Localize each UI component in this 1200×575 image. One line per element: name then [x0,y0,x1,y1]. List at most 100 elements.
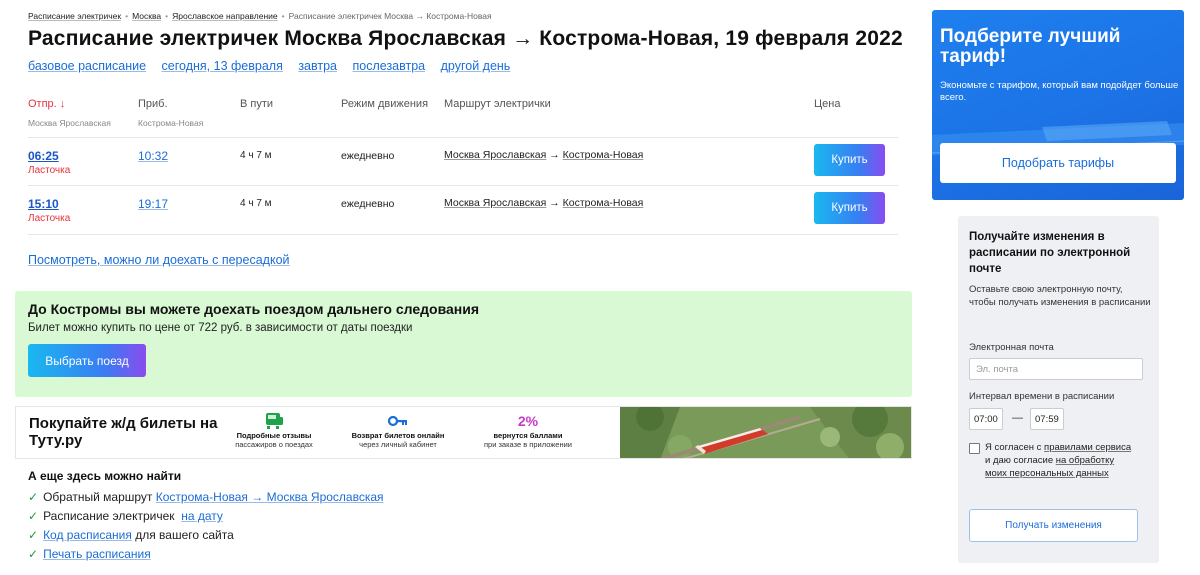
subscribe-button[interactable]: Получать изменения [969,509,1138,542]
breadcrumb-separator: • [125,11,129,21]
transfer-link[interactable]: Посмотреть, можно ли доехать с пересадко… [28,253,290,267]
page-title: Расписание электричек Москва Ярославская… [28,27,903,50]
table-row: 06:25 Ласточка 10:32 4 ч 7 м ежедневно М… [28,137,898,185]
schedule-mode: ежедневно [341,150,395,162]
key-icon [387,415,407,427]
consent-checkbox[interactable] [969,443,980,454]
day-links: базовое расписание сегодня, 13 февраля з… [28,59,522,73]
header-arrival-station: Кострома-Новая [138,118,204,128]
tariff-title: Подберите лучший тариф! [940,26,1121,67]
day-link-other[interactable]: другой день [441,59,511,73]
long-distance-promo: До Костромы вы можете доехать поездом да… [15,291,912,397]
train-icon [266,413,283,429]
header-departure-station: Москва Ярославская [28,118,111,128]
header-route: Маршрут электрички [444,98,551,110]
interval-label: Интервал времени в расписании [969,391,1115,402]
breadcrumb-item-direction[interactable]: Ярославское направление [172,11,278,21]
train-landscape-image [620,407,911,458]
email-label: Электронная почта [969,342,1054,353]
long-distance-text: Билет можно купить по цене от 722 руб. в… [28,322,413,334]
time-dash: — [1012,412,1023,424]
list-item: ✓ Обратный маршрут Кострома-Новая → Москв… [28,489,384,508]
table-divider [28,234,898,235]
header-arrival[interactable]: Приб. [138,98,168,110]
tariff-promo: Подберите лучший тариф! Экономьте с тари… [932,10,1184,200]
banner-feature-refund: Возврат билетов онлайн через личный каби… [338,411,458,449]
route-to[interactable]: Кострома-Новая [563,149,644,161]
print-schedule-link[interactable]: Печать расписания [43,547,151,561]
travel-duration: 4 ч 7 м [240,198,272,209]
banner-feature-reviews: Подробные отзывы пассажиров о поездах [214,411,334,449]
list-item: ✓ Расписание электричек на дату [28,508,384,527]
breadcrumb-item-schedule[interactable]: Расписание электричек [28,11,121,21]
also-find-title: А еще здесь можно найти [28,469,182,483]
subscribe-title: Получайте изменения в расписании по элек… [969,231,1131,275]
schedule-code-link[interactable]: Код расписания [43,528,132,542]
consent-prefix: Я согласен с [985,442,1042,453]
route-arrow: → [549,197,560,209]
header-departure[interactable]: Отпр. ↓ [28,98,65,110]
date-schedule-link[interactable]: на дату [181,509,223,523]
feature-title: вернутся баллами [493,431,563,440]
route-arrow: → [549,149,560,161]
banner-feature-bonus: 2% вернутся баллами при заказе в приложе… [468,411,588,450]
tariff-text: Экономьте с тарифом, который вам подойде… [940,80,1179,103]
travel-duration: 4 ч 7 м [240,150,272,161]
check-icon: ✓ [28,509,39,523]
also-item-suffix: для вашего сайта [135,528,234,542]
day-link-today[interactable]: сегодня, 13 февраля [162,59,283,73]
time-from-input[interactable] [969,408,1003,430]
train-route[interactable]: Москва Ярославская → Кострома-Новая [444,149,643,161]
check-icon: ✓ [28,490,39,504]
subscribe-text: Оставьте свою электронную почту, чтобы п… [969,284,1151,308]
check-icon: ✓ [28,528,39,542]
route-from[interactable]: Москва Ярославская [444,197,546,209]
also-find-list: ✓ Обратный маршрут Кострома-Новая → Москв… [28,489,384,565]
departure-time[interactable]: 15:10 [28,197,59,211]
feature-text: пассажиров о поездах [235,440,313,449]
header-duration[interactable]: В пути [240,98,273,110]
also-item-prefix: Расписание электричек [43,509,175,523]
breadcrumb-separator: • [281,11,285,21]
feature-title: Подробные отзывы [236,431,312,440]
time-to-input[interactable] [1030,408,1064,430]
subscribe-panel: Получайте изменения в расписании по элек… [958,216,1159,563]
consent-middle: и даю согласие [985,455,1054,466]
schedule-mode: ежедневно [341,198,395,210]
buy-button[interactable]: Купить [814,144,885,176]
day-link-base[interactable]: базовое расписание [28,59,146,73]
also-item-prefix: Обратный маршрут [43,490,153,504]
train-type: Ласточка [28,165,71,176]
email-field[interactable] [969,358,1143,380]
route-from[interactable]: Москва Ярославская [444,149,546,161]
breadcrumb-item-moscow[interactable]: Москва [132,11,161,21]
arrival-time[interactable]: 10:32 [138,149,168,163]
tutu-banner[interactable]: Покупайте ж/д билеты на Туту.ру Подробны… [15,406,912,459]
bonus-percent: 2% [517,412,539,429]
day-link-after-tomorrow[interactable]: послезавтра [353,59,426,73]
header-mode: Режим движения [341,98,429,110]
reverse-route-link[interactable]: Кострома-Новая → Москва Ярославская [156,490,384,504]
feature-title: Возврат билетов онлайн [351,431,445,440]
breadcrumb-separator: • [165,11,169,21]
day-link-tomorrow[interactable]: завтра [298,59,337,73]
table-row: 15:10 Ласточка 19:17 4 ч 7 м ежедневно М… [28,185,898,233]
feature-text: при заказе в приложении [483,440,572,449]
departure-time[interactable]: 06:25 [28,149,59,163]
check-icon: ✓ [28,547,39,561]
train-type: Ласточка [28,213,71,224]
route-to[interactable]: Кострома-Новая [563,197,644,209]
breadcrumb: Расписание электричек • Москва • Ярославское… [28,11,492,21]
rules-link[interactable]: правилами сервиса [1044,442,1131,453]
feature-text: через личный кабинет [359,440,437,449]
choose-train-button[interactable]: Выбрать поезд [28,344,146,377]
arrival-time[interactable]: 19:17 [138,197,168,211]
train-route[interactable]: Москва Ярославская → Кострома-Новая [444,197,643,209]
header-price[interactable]: Цена [814,98,840,110]
banner-title: Покупайте ж/д билеты на Туту.ру [29,415,218,449]
list-item: ✓ Печать расписания [28,546,384,565]
list-item: ✓ Код расписания для вашего сайта [28,527,384,546]
buy-button[interactable]: Купить [814,192,885,224]
consent-text: Я согласен с правилами сервиса и даю сог… [985,441,1135,480]
choose-tariff-button[interactable]: Подобрать тарифы [940,143,1176,183]
